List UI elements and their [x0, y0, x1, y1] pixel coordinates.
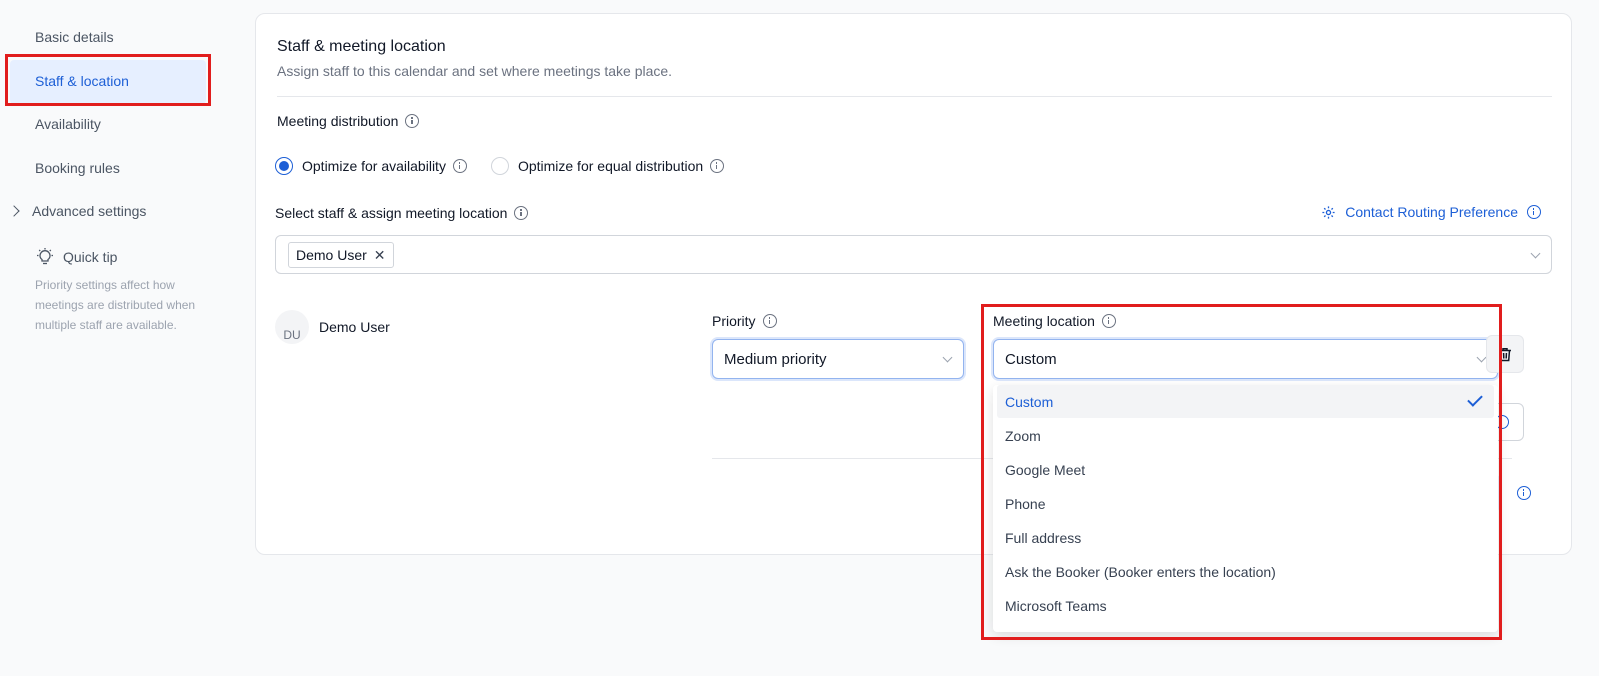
lightbulb-icon	[37, 248, 53, 265]
quick-tip-text: Priority settings affect how meetings ar…	[35, 278, 196, 332]
contact-routing-link[interactable]: Contact Routing Preference	[1321, 204, 1541, 220]
staff-multiselect[interactable]: Demo User ✕	[275, 235, 1552, 274]
radio-unselected-icon[interactable]	[490, 157, 509, 175]
staff-chip: Demo User ✕	[288, 242, 394, 268]
nav-availability[interactable]: Availability	[35, 116, 101, 132]
nav-booking-rules[interactable]: Booking rules	[35, 160, 120, 176]
quick-tip: Quick tip	[35, 247, 117, 267]
close-icon[interactable]: ✕	[374, 247, 386, 264]
staff-name: Demo User	[319, 319, 390, 335]
info-icon[interactable]	[762, 314, 777, 328]
chevron-right-icon	[8, 205, 20, 217]
info-icon[interactable]	[452, 159, 467, 173]
priority-label: Priority	[712, 313, 777, 329]
nav-basic-details[interactable]: Basic details	[35, 29, 114, 45]
divider	[277, 96, 1552, 97]
distribution-options: Optimize for availability Optimize for e…	[275, 157, 748, 175]
radio-optimize-availability[interactable]: Optimize for availability	[275, 157, 467, 175]
info-icon[interactable]	[514, 206, 529, 220]
section-title: Staff & meeting location	[277, 38, 446, 55]
info-icon[interactable]	[1517, 486, 1531, 500]
chevron-down-icon	[942, 352, 953, 363]
priority-select[interactable]: Medium priority	[712, 339, 964, 379]
sidebar: Basic details Staff & location Availabil…	[0, 0, 240, 676]
highlight-location	[981, 304, 1502, 640]
radio-selected-icon[interactable]	[275, 157, 293, 175]
nav-advanced-settings[interactable]: Advanced settings	[8, 203, 146, 219]
staff-select-label: Select staff & assign meeting location	[275, 205, 529, 221]
info-icon[interactable]	[405, 114, 420, 128]
chevron-down-icon	[1530, 248, 1541, 259]
avatar: DU	[275, 310, 309, 344]
info-icon[interactable]	[1527, 205, 1541, 219]
highlight-nav	[5, 54, 211, 106]
distribution-label: Meeting distribution	[277, 113, 420, 129]
info-icon[interactable]	[710, 159, 725, 173]
section-subtitle: Assign staff to this calendar and set wh…	[277, 63, 673, 79]
radio-equal-distribution[interactable]: Optimize for equal distribution	[490, 157, 725, 175]
gear-icon	[1322, 205, 1335, 219]
